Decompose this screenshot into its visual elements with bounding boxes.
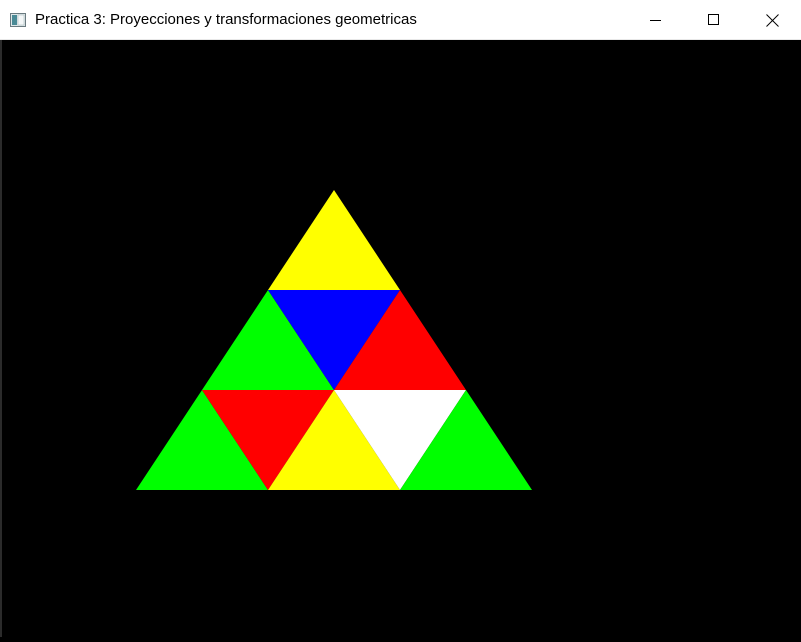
triangle-top (268, 190, 400, 290)
maximize-icon (708, 14, 719, 25)
app-window: Practica 3: Proyecciones y transformacio… (0, 0, 801, 637)
maximize-button[interactable] (685, 0, 743, 40)
window-title: Practica 3: Proyecciones y transformacio… (35, 11, 417, 28)
minimize-icon (650, 20, 661, 21)
title-bar[interactable]: Practica 3: Proyecciones y transformacio… (0, 0, 801, 40)
close-button[interactable] (743, 0, 801, 40)
triangle-scene (136, 190, 532, 490)
close-icon (765, 13, 779, 27)
minimize-button[interactable] (627, 0, 685, 40)
window-app-icon (10, 13, 26, 27)
opengl-canvas[interactable] (2, 40, 799, 637)
